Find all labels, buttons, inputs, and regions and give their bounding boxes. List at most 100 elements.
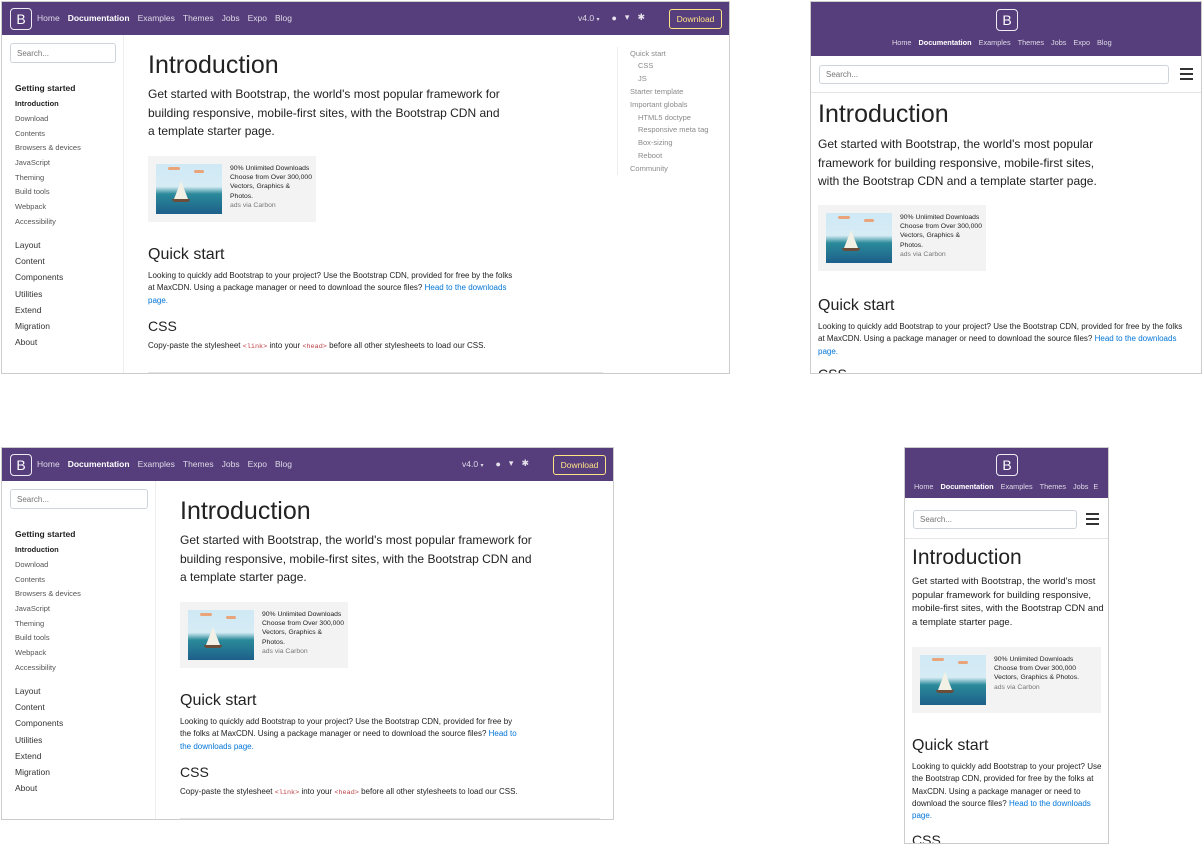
toc-item-quick-start[interactable]: Quick start <box>630 49 666 58</box>
sidebar-item-theming[interactable]: Theming <box>15 619 44 628</box>
sidebar-item-layout[interactable]: Layout <box>15 240 41 250</box>
nav-link-home[interactable]: Home <box>892 38 911 47</box>
toc-item-reboot[interactable]: Reboot <box>638 151 662 160</box>
toc-item-community[interactable]: Community <box>630 164 668 173</box>
toc-item-important-globals[interactable]: Important globals <box>630 100 688 109</box>
sidebar-item-components[interactable]: Components <box>15 272 63 282</box>
slack-icon[interactable]: ✱ <box>637 12 645 23</box>
sidebar-item-content[interactable]: Content <box>15 702 45 712</box>
nav-link-jobs[interactable]: Jobs <box>222 13 240 23</box>
nav-link-themes[interactable]: Themes <box>183 13 214 23</box>
sidebar-item-download[interactable]: Download <box>15 560 48 569</box>
sidebar-item-about[interactable]: About <box>15 337 37 347</box>
sidebar-item-webpack[interactable]: Webpack <box>15 648 46 657</box>
sidebar-item-browsers-devices[interactable]: Browsers & devices <box>15 589 81 598</box>
nav-link-examples[interactable]: Examples <box>1001 482 1033 491</box>
sidebar-group-getting-started[interactable]: Getting started <box>15 83 75 93</box>
sidebar-item-migration[interactable]: Migration <box>15 321 50 331</box>
menu-toggle-icon[interactable] <box>1086 513 1099 528</box>
ad-via-carbon[interactable]: ads via Carbon <box>994 684 1040 691</box>
sidebar-item-about[interactable]: About <box>15 783 37 793</box>
ad-copy[interactable]: 90% Unlimited Downloads Choose from Over… <box>262 611 344 646</box>
sidebar-item-introduction[interactable]: Introduction <box>15 545 59 554</box>
nav-link-blog[interactable]: Blog <box>275 13 292 23</box>
toc-item-js[interactable]: JS <box>638 74 647 83</box>
ad-via-carbon[interactable]: ads via Carbon <box>900 251 946 258</box>
search-input[interactable] <box>10 43 116 63</box>
nav-link-expo-truncated[interactable]: E <box>1093 482 1098 491</box>
sidebar-item-content[interactable]: Content <box>15 256 45 266</box>
github-icon[interactable]: ● <box>495 459 500 469</box>
sidebar-item-contents[interactable]: Contents <box>15 129 45 138</box>
sidebar-item-contents[interactable]: Contents <box>15 575 45 584</box>
sidebar-item-introduction[interactable]: Introduction <box>15 99 59 108</box>
menu-toggle-icon[interactable] <box>1180 68 1193 83</box>
sidebar-item-download[interactable]: Download <box>15 114 48 123</box>
slack-icon[interactable]: ✱ <box>521 458 529 469</box>
version-dropdown[interactable]: v4.0 ▾ <box>462 459 483 469</box>
ad-copy[interactable]: 90% Unlimited Downloads Choose from Over… <box>994 656 1079 681</box>
nav-link-examples[interactable]: Examples <box>979 38 1011 47</box>
sidebar-item-extend[interactable]: Extend <box>15 751 41 761</box>
sidebar-group-getting-started[interactable]: Getting started <box>15 529 75 539</box>
sidebar-item-build-tools[interactable]: Build tools <box>15 633 50 642</box>
twitter-icon[interactable]: ▾ <box>625 12 630 23</box>
nav-link-jobs[interactable]: Jobs <box>1073 482 1088 491</box>
nav-link-jobs[interactable]: Jobs <box>222 459 240 469</box>
nav-link-home[interactable]: Home <box>37 459 60 469</box>
ad-copy[interactable]: 90% Unlimited Downloads Choose from Over… <box>900 214 982 249</box>
nav-link-themes[interactable]: Themes <box>183 459 214 469</box>
sidebar-item-extend[interactable]: Extend <box>15 305 41 315</box>
nav-link-documentation[interactable]: Documentation <box>68 459 130 469</box>
toc-item-responsive-meta[interactable]: Responsive meta tag <box>638 125 708 134</box>
toc-item-box-sizing[interactable]: Box-sizing <box>638 138 673 147</box>
nav-link-expo[interactable]: Expo <box>1073 38 1090 47</box>
nav-link-documentation[interactable]: Documentation <box>68 13 130 23</box>
search-input[interactable] <box>10 489 148 509</box>
carbon-ad[interactable]: 90% Unlimited Downloads Choose from Over… <box>180 602 348 668</box>
carbon-ad[interactable]: 90% Unlimited Downloads Choose from Over… <box>818 205 986 271</box>
sidebar-item-accessibility[interactable]: Accessibility <box>15 663 56 672</box>
sidebar-item-webpack[interactable]: Webpack <box>15 202 46 211</box>
ad-copy[interactable]: 90% Unlimited Downloads Choose from Over… <box>230 165 312 200</box>
bootstrap-logo-icon[interactable]: B <box>10 8 32 30</box>
download-button[interactable]: Download <box>553 455 606 475</box>
twitter-icon[interactable]: ▾ <box>509 458 514 469</box>
sidebar-item-browsers-devices[interactable]: Browsers & devices <box>15 143 81 152</box>
nav-link-home[interactable]: Home <box>914 482 933 491</box>
sidebar-item-build-tools[interactable]: Build tools <box>15 187 50 196</box>
sidebar-item-accessibility[interactable]: Accessibility <box>15 217 56 226</box>
carbon-ad[interactable]: 90% Unlimited Downloads Choose from Over… <box>912 647 1101 713</box>
toc-item-css[interactable]: CSS <box>638 61 653 70</box>
bootstrap-logo-icon[interactable]: B <box>10 454 32 476</box>
nav-link-documentation[interactable]: Documentation <box>918 38 971 47</box>
nav-link-jobs[interactable]: Jobs <box>1051 38 1066 47</box>
nav-link-documentation[interactable]: Documentation <box>940 482 993 491</box>
nav-link-examples[interactable]: Examples <box>138 459 175 469</box>
nav-link-blog[interactable]: Blog <box>275 459 292 469</box>
search-input[interactable] <box>913 510 1077 529</box>
download-button[interactable]: Download <box>669 9 722 29</box>
toc-item-starter-template[interactable]: Starter template <box>630 87 683 96</box>
ad-via-carbon[interactable]: ads via Carbon <box>262 648 308 655</box>
nav-link-blog[interactable]: Blog <box>1097 38 1112 47</box>
ad-via-carbon[interactable]: ads via Carbon <box>230 202 276 209</box>
sidebar-item-javascript[interactable]: JavaScript <box>15 158 50 167</box>
sidebar-item-components[interactable]: Components <box>15 718 63 728</box>
bootstrap-logo-icon[interactable]: B <box>996 454 1018 476</box>
nav-link-themes[interactable]: Themes <box>1040 482 1066 491</box>
sidebar-item-migration[interactable]: Migration <box>15 767 50 777</box>
nav-link-home[interactable]: Home <box>37 13 60 23</box>
github-icon[interactable]: ● <box>611 13 616 23</box>
carbon-ad[interactable]: 90% Unlimited Downloads Choose from Over… <box>148 156 316 222</box>
search-input[interactable] <box>819 65 1169 84</box>
nav-link-examples[interactable]: Examples <box>138 13 175 23</box>
version-dropdown[interactable]: v4.0 ▾ <box>578 13 599 23</box>
nav-link-expo[interactable]: Expo <box>248 459 267 469</box>
nav-link-themes[interactable]: Themes <box>1018 38 1044 47</box>
bootstrap-logo-icon[interactable]: B <box>996 9 1018 31</box>
sidebar-item-layout[interactable]: Layout <box>15 686 41 696</box>
nav-link-expo[interactable]: Expo <box>248 13 267 23</box>
sidebar-item-theming[interactable]: Theming <box>15 173 44 182</box>
sidebar-item-utilities[interactable]: Utilities <box>15 735 42 745</box>
